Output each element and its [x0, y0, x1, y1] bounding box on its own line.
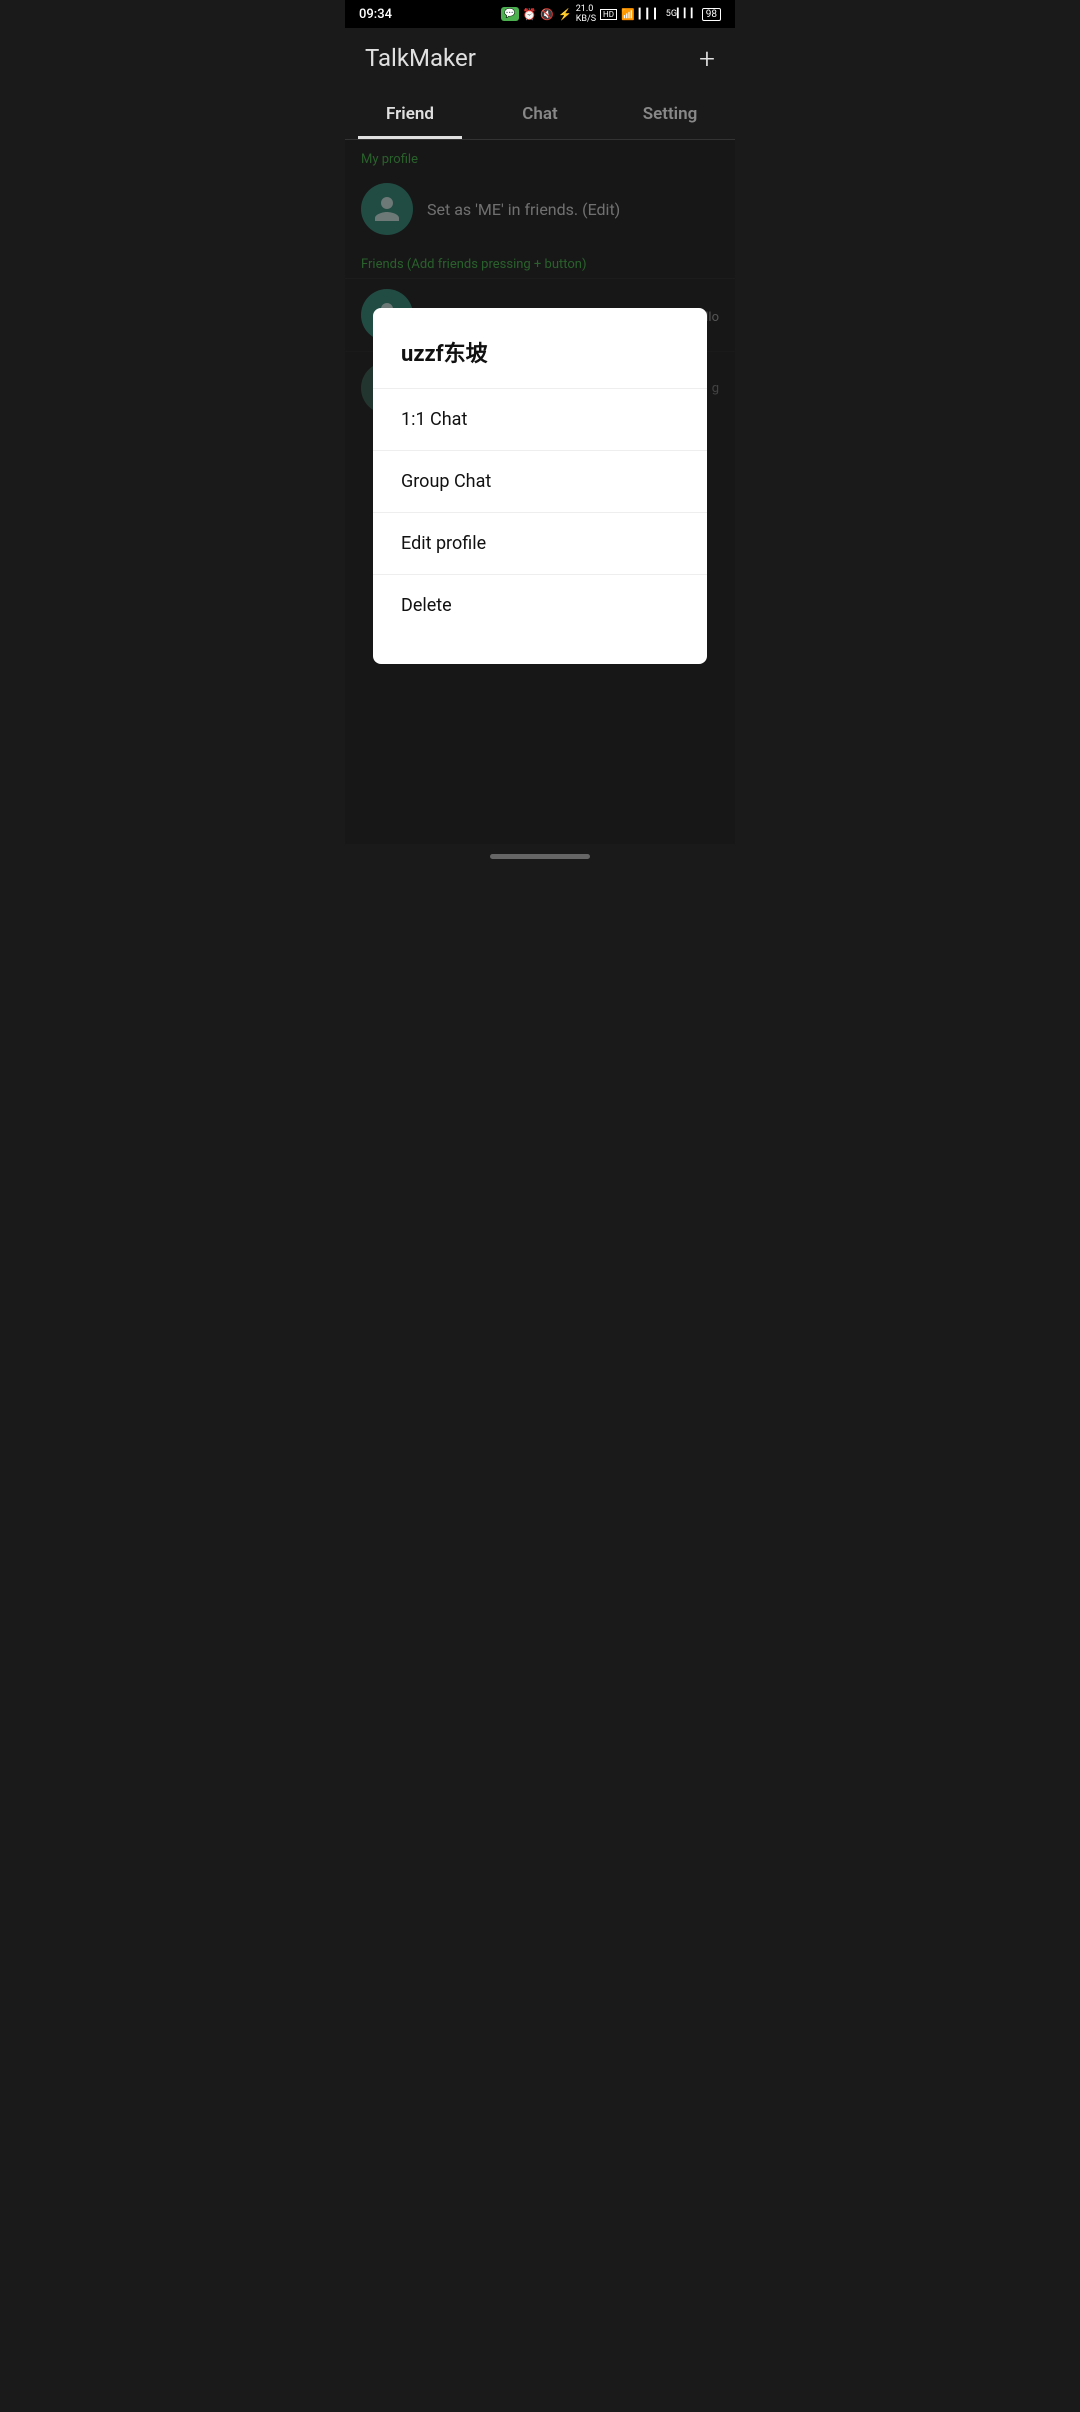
- tab-friend[interactable]: Friend: [345, 88, 475, 139]
- modal-item-one-on-one-chat[interactable]: 1:1 Chat: [401, 389, 679, 450]
- modal-item-edit-profile[interactable]: Edit profile: [401, 513, 679, 574]
- app-title: TalkMaker: [365, 44, 476, 72]
- tab-chat[interactable]: Chat: [475, 88, 605, 139]
- chat-notification-icon: 💬: [501, 7, 519, 21]
- context-menu-modal: uzzf东坡 1:1 Chat Group Chat Edit profile …: [373, 308, 707, 664]
- modal-user-name: uzzf东坡: [401, 336, 679, 368]
- modal-item-delete[interactable]: Delete: [401, 575, 679, 636]
- speed-label: 21.0KB/S: [576, 4, 596, 24]
- battery-icon: 98: [702, 8, 721, 21]
- wifi-icon: 📶: [621, 8, 635, 21]
- add-button[interactable]: +: [699, 42, 715, 75]
- app-header: TalkMaker +: [345, 28, 735, 88]
- status-icons: 💬 ⏰ 🔇 ⚡ 21.0KB/S HD 📶 ▎▎▎ 5G▎▎▎ 98: [501, 4, 721, 24]
- bluetooth-icon: ⚡: [558, 8, 572, 21]
- chat-status-icon: 💬: [501, 7, 519, 21]
- hd-badge: HD: [600, 9, 617, 20]
- 5g-signal-icon: 5G▎▎▎: [666, 9, 698, 19]
- bottom-bar: [345, 844, 735, 868]
- status-time: 09:34: [359, 7, 392, 22]
- main-area: My profile Set as 'ME' in friends. (Edit…: [345, 140, 735, 844]
- mute-icon: 🔇: [540, 8, 554, 21]
- modal-item-group-chat[interactable]: Group Chat: [401, 451, 679, 512]
- tabs-bar: Friend Chat Setting: [345, 88, 735, 140]
- status-bar: 09:34 💬 ⏰ 🔇 ⚡ 21.0KB/S HD 📶 ▎▎▎ 5G▎▎▎ 98: [345, 0, 735, 28]
- signal-icon: ▎▎▎: [639, 9, 662, 20]
- alarm-icon: ⏰: [523, 8, 537, 21]
- tab-setting[interactable]: Setting: [605, 88, 735, 139]
- home-indicator: [490, 854, 590, 859]
